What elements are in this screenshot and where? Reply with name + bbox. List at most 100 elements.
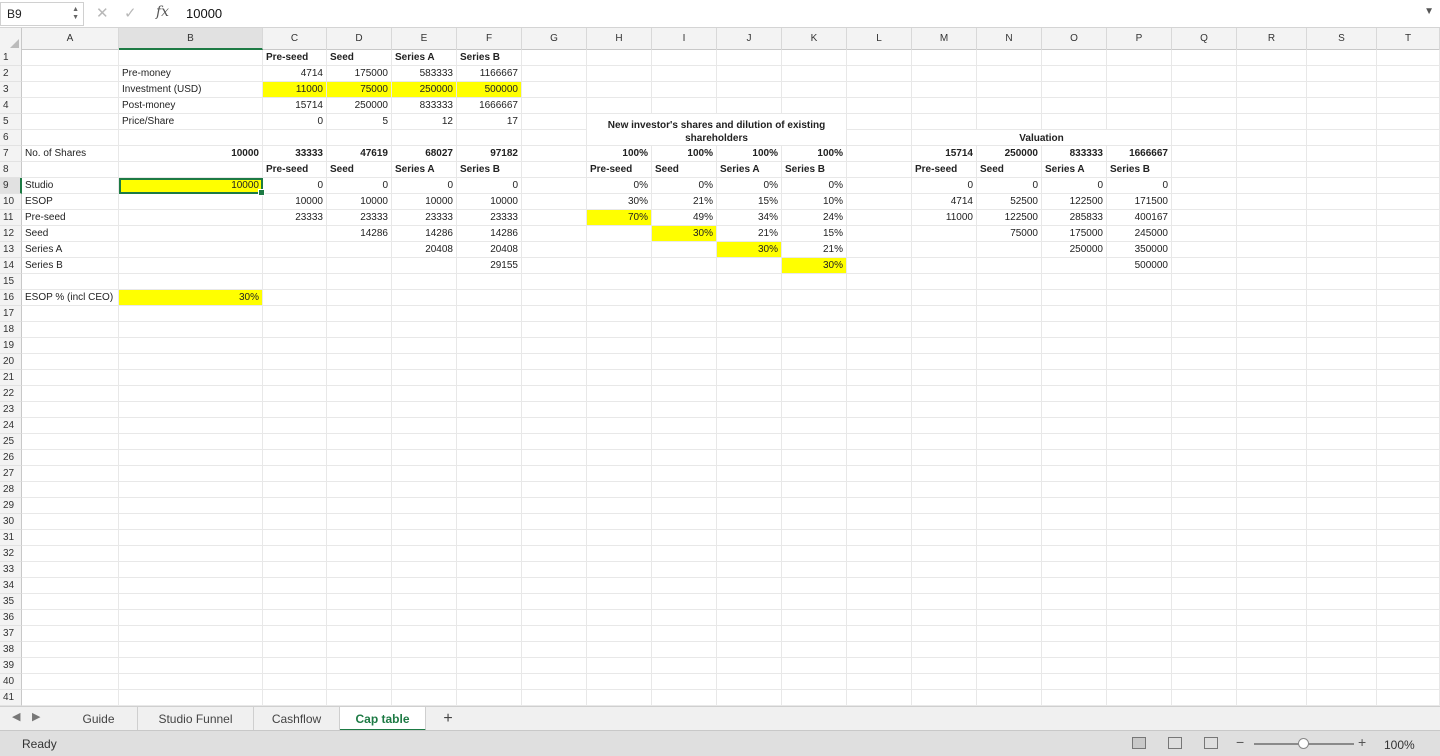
cell-Q32[interactable] bbox=[1172, 546, 1237, 562]
cell-G31[interactable] bbox=[522, 530, 587, 546]
cell-O31[interactable] bbox=[1042, 530, 1107, 546]
cell-R41[interactable] bbox=[1237, 690, 1307, 706]
cell-D30[interactable] bbox=[327, 514, 392, 530]
cell-S30[interactable] bbox=[1307, 514, 1377, 530]
cell-C30[interactable] bbox=[263, 514, 327, 530]
cell-H31[interactable] bbox=[587, 530, 652, 546]
cell-B1[interactable] bbox=[119, 50, 263, 66]
cell-L11[interactable] bbox=[847, 210, 912, 226]
cell-J8[interactable]: Series A bbox=[717, 162, 782, 178]
cell-Q4[interactable] bbox=[1172, 98, 1237, 114]
cell-C20[interactable] bbox=[263, 354, 327, 370]
cell-L33[interactable] bbox=[847, 562, 912, 578]
cell-F15[interactable] bbox=[457, 274, 522, 290]
cell-A12[interactable]: Seed bbox=[22, 226, 119, 242]
row-header-31[interactable]: 31 bbox=[0, 530, 22, 546]
cell-B33[interactable] bbox=[119, 562, 263, 578]
cell-H29[interactable] bbox=[587, 498, 652, 514]
cell-R40[interactable] bbox=[1237, 674, 1307, 690]
cell-K4[interactable] bbox=[782, 98, 847, 114]
cell-I35[interactable] bbox=[652, 594, 717, 610]
confirm-icon[interactable]: ✓ bbox=[124, 4, 137, 24]
page-break-view-icon[interactable] bbox=[1204, 737, 1218, 749]
cell-B20[interactable] bbox=[119, 354, 263, 370]
cell-T18[interactable] bbox=[1377, 322, 1440, 338]
cell-P12[interactable]: 245000 bbox=[1107, 226, 1172, 242]
cell-N19[interactable] bbox=[977, 338, 1042, 354]
cell-A15[interactable] bbox=[22, 274, 119, 290]
cell-O41[interactable] bbox=[1042, 690, 1107, 706]
cell-H10[interactable]: 30% bbox=[587, 194, 652, 210]
cell-G19[interactable] bbox=[522, 338, 587, 354]
cell-S13[interactable] bbox=[1307, 242, 1377, 258]
cell-D21[interactable] bbox=[327, 370, 392, 386]
cell-R27[interactable] bbox=[1237, 466, 1307, 482]
cell-J1[interactable] bbox=[717, 50, 782, 66]
cell-P41[interactable] bbox=[1107, 690, 1172, 706]
cell-T38[interactable] bbox=[1377, 642, 1440, 658]
cell-I11[interactable]: 49% bbox=[652, 210, 717, 226]
cell-A37[interactable] bbox=[22, 626, 119, 642]
cell-M32[interactable] bbox=[912, 546, 977, 562]
cell-B22[interactable] bbox=[119, 386, 263, 402]
cell-Q36[interactable] bbox=[1172, 610, 1237, 626]
cell-T33[interactable] bbox=[1377, 562, 1440, 578]
cell-L20[interactable] bbox=[847, 354, 912, 370]
cell-N18[interactable] bbox=[977, 322, 1042, 338]
row-header-12[interactable]: 12 bbox=[0, 226, 22, 242]
cell-R19[interactable] bbox=[1237, 338, 1307, 354]
cell-D36[interactable] bbox=[327, 610, 392, 626]
column-header-o[interactable]: O bbox=[1042, 28, 1107, 50]
cell-M41[interactable] bbox=[912, 690, 977, 706]
cell-R23[interactable] bbox=[1237, 402, 1307, 418]
row-header-8[interactable]: 8 bbox=[0, 162, 22, 178]
cell-K16[interactable] bbox=[782, 290, 847, 306]
cell-I25[interactable] bbox=[652, 434, 717, 450]
cell-C29[interactable] bbox=[263, 498, 327, 514]
cell-J4[interactable] bbox=[717, 98, 782, 114]
cell-N34[interactable] bbox=[977, 578, 1042, 594]
column-header-m[interactable]: M bbox=[912, 28, 977, 50]
row-header-35[interactable]: 35 bbox=[0, 594, 22, 610]
cell-O24[interactable] bbox=[1042, 418, 1107, 434]
cell-J7[interactable]: 100% bbox=[717, 146, 782, 162]
cell-O35[interactable] bbox=[1042, 594, 1107, 610]
cell-I36[interactable] bbox=[652, 610, 717, 626]
cell-G27[interactable] bbox=[522, 466, 587, 482]
cell-T4[interactable] bbox=[1377, 98, 1440, 114]
cell-P2[interactable] bbox=[1107, 66, 1172, 82]
cell-R2[interactable] bbox=[1237, 66, 1307, 82]
select-all-corner[interactable] bbox=[0, 28, 22, 50]
cell-S17[interactable] bbox=[1307, 306, 1377, 322]
cell-O14[interactable] bbox=[1042, 258, 1107, 274]
cell-N27[interactable] bbox=[977, 466, 1042, 482]
cell-N23[interactable] bbox=[977, 402, 1042, 418]
sheet-tab-guide[interactable]: Guide bbox=[60, 707, 138, 731]
cell-T27[interactable] bbox=[1377, 466, 1440, 482]
cell-R7[interactable] bbox=[1237, 146, 1307, 162]
cell-Q6[interactable] bbox=[1172, 130, 1237, 146]
cell-Q8[interactable] bbox=[1172, 162, 1237, 178]
cell-O1[interactable] bbox=[1042, 50, 1107, 66]
cell-R28[interactable] bbox=[1237, 482, 1307, 498]
cell-L32[interactable] bbox=[847, 546, 912, 562]
cell-H2[interactable] bbox=[587, 66, 652, 82]
cell-S2[interactable] bbox=[1307, 66, 1377, 82]
cell-P1[interactable] bbox=[1107, 50, 1172, 66]
cell-T41[interactable] bbox=[1377, 690, 1440, 706]
cell-H13[interactable] bbox=[587, 242, 652, 258]
cell-D27[interactable] bbox=[327, 466, 392, 482]
cell-S15[interactable] bbox=[1307, 274, 1377, 290]
cell-E18[interactable] bbox=[392, 322, 457, 338]
cell-D25[interactable] bbox=[327, 434, 392, 450]
cell-I24[interactable] bbox=[652, 418, 717, 434]
cell-T13[interactable] bbox=[1377, 242, 1440, 258]
cell-A31[interactable] bbox=[22, 530, 119, 546]
cell-T1[interactable] bbox=[1377, 50, 1440, 66]
cell-E15[interactable] bbox=[392, 274, 457, 290]
cell-N29[interactable] bbox=[977, 498, 1042, 514]
cell-Q23[interactable] bbox=[1172, 402, 1237, 418]
cell-C40[interactable] bbox=[263, 674, 327, 690]
cell-I7[interactable]: 100% bbox=[652, 146, 717, 162]
cell-Q40[interactable] bbox=[1172, 674, 1237, 690]
